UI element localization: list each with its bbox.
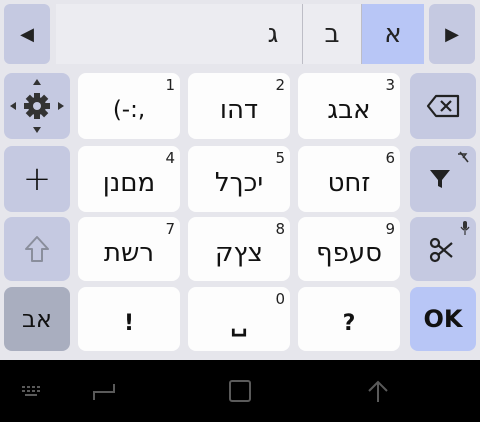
candidate-list: ג ב א xyxy=(56,4,424,64)
key-7[interactable]: 7 רשת xyxy=(78,217,180,281)
settings-key[interactable] xyxy=(4,73,70,139)
right-arrow-icon: ▶ xyxy=(445,23,459,45)
key-5[interactable]: 5 יכךל xyxy=(188,146,290,212)
space-key[interactable]: 0 ␣ xyxy=(188,287,290,351)
gear-icon xyxy=(10,79,64,133)
candidate-item[interactable]: ג xyxy=(244,4,302,64)
ok-key[interactable]: OK xyxy=(410,287,476,351)
candidate-bar: ◀ ג ב א ▶ xyxy=(0,0,480,70)
keyboard-icon[interactable] xyxy=(20,384,44,400)
left-arrow-icon: ◀ xyxy=(20,23,34,45)
key-6[interactable]: 6 זחט xyxy=(298,146,400,212)
key-8[interactable]: 8 צץק xyxy=(188,217,290,281)
exclamation-key[interactable]: ! xyxy=(78,287,180,351)
shift-arrow-icon xyxy=(25,236,49,262)
system-nav-bar xyxy=(0,360,480,422)
plus-key[interactable]: + xyxy=(4,146,70,212)
filter-icon xyxy=(430,151,469,188)
recent-apps-icon[interactable] xyxy=(90,378,118,404)
question-key[interactable]: ? xyxy=(298,287,400,351)
language-switch-key[interactable]: אב xyxy=(4,287,70,351)
key-9[interactable]: 9 סעפף xyxy=(298,217,400,281)
backspace-key[interactable] xyxy=(410,73,476,139)
back-icon[interactable] xyxy=(364,378,392,404)
cut-key[interactable] xyxy=(410,217,476,281)
backspace-icon xyxy=(426,94,460,118)
home-icon[interactable] xyxy=(226,378,254,404)
candidate-item[interactable]: ב xyxy=(303,4,361,64)
key-4[interactable]: 4 מםנן xyxy=(78,146,180,212)
shift-key[interactable] xyxy=(4,217,70,281)
candidate-next-button[interactable]: ▶ xyxy=(429,4,475,64)
key-2[interactable]: 2 דהו xyxy=(188,73,290,139)
key-1[interactable]: 1 (-:, xyxy=(78,73,180,139)
candidate-item-selected[interactable]: א xyxy=(362,4,424,64)
filter-key[interactable] xyxy=(410,146,476,212)
key-3[interactable]: 3 אבג xyxy=(298,73,400,139)
candidate-prev-button[interactable]: ◀ xyxy=(4,4,50,64)
mic-icon xyxy=(460,221,470,235)
